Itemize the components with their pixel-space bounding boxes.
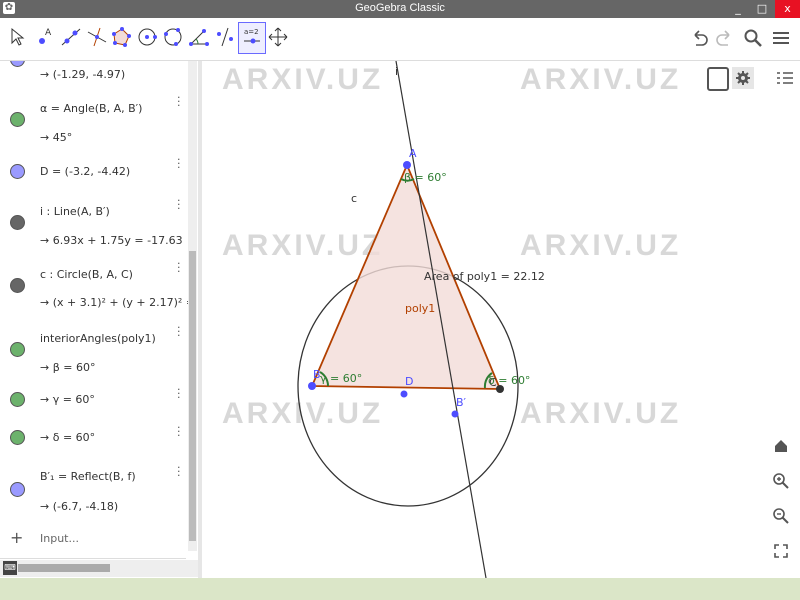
- close-button[interactable]: x: [775, 0, 800, 18]
- algebra-row[interactable]: B′₁ = Reflect(B, f) → (-6.7, -4.18) · · ·: [0, 458, 186, 521]
- zoom-out-icon[interactable]: [771, 506, 791, 526]
- more-options-icon[interactable]: · · ·: [177, 92, 181, 111]
- area-text[interactable]: Area of poly1 = 22.12: [424, 270, 545, 283]
- algebra-value: → 45°: [40, 131, 73, 144]
- polygon-tool-icon[interactable]: [108, 22, 134, 52]
- visibility-dot[interactable]: [10, 482, 25, 497]
- perpendicular-tool-icon[interactable]: [84, 22, 110, 52]
- graphics-settings-icon[interactable]: [732, 67, 754, 89]
- label-beta: β = 60°: [404, 171, 447, 184]
- visibility-dot[interactable]: [10, 278, 25, 293]
- algebra-value: → γ = 60°: [40, 393, 95, 406]
- algebra-definition: i : Line(A, B′): [40, 205, 110, 218]
- algebra-value: → 6.93x + 1.75y = -17.63: [40, 234, 183, 247]
- algebra-horizontal-scrollbar[interactable]: [0, 560, 198, 577]
- add-icon[interactable]: +: [10, 528, 23, 547]
- slider-tool-icon[interactable]: a=2: [238, 22, 266, 54]
- zoom-in-icon[interactable]: [771, 471, 791, 491]
- algebra-value: → (-1.29, -4.97): [40, 68, 126, 81]
- algebra-definition: D = (-3.2, -4.42): [40, 165, 131, 178]
- maximize-button[interactable]: □: [751, 0, 773, 18]
- more-options-icon[interactable]: · · ·: [177, 154, 181, 173]
- input-placeholder: Input...: [40, 532, 79, 545]
- visibility-dot[interactable]: [10, 61, 25, 67]
- point-D[interactable]: [400, 390, 408, 398]
- taskbar-strip: [0, 578, 800, 600]
- more-options-icon[interactable]: · · ·: [177, 384, 181, 403]
- label-poly1: poly1: [405, 302, 435, 315]
- label-i: i: [395, 65, 398, 78]
- visibility-dot[interactable]: [10, 112, 25, 127]
- fullscreen-icon[interactable]: [771, 541, 791, 561]
- more-options-icon[interactable]: · · ·: [177, 258, 181, 277]
- menu-icon[interactable]: [770, 27, 792, 49]
- algebra-row[interactable]: i : Line(A, B′) → 6.93x + 1.75y = -17.63…: [0, 191, 186, 255]
- algebra-definition: α = Angle(B, A, B′): [40, 102, 143, 115]
- label-gamma: γ = 60°: [320, 372, 362, 385]
- slider-tool-label: a=2: [244, 28, 259, 36]
- algebra-row[interactable]: α = Angle(B, A, B′) → 45° · · ·: [0, 88, 186, 153]
- more-options-icon[interactable]: · · ·: [177, 195, 181, 214]
- redo-icon[interactable]: [714, 27, 736, 49]
- algebra-definition: interiorAngles(poly1): [40, 332, 156, 345]
- label-A: A: [409, 147, 417, 160]
- visibility-dot[interactable]: [10, 392, 25, 407]
- algebra-value: → β = 60°: [40, 361, 96, 374]
- algebra-row[interactable]: → δ = 60° · · ·: [0, 420, 186, 459]
- algebra-row[interactable]: c : Circle(B, A, C) → (x + 3.1)² + (y + …: [0, 254, 198, 319]
- keyboard-icon[interactable]: ⌨: [3, 561, 17, 575]
- reflect-tool-icon[interactable]: [212, 22, 238, 52]
- window-title: GeoGebra Classic: [355, 2, 445, 14]
- more-options-icon[interactable]: · · ·: [177, 462, 181, 481]
- geometry-canvas: A B C D B′ c i poly1 β = 60° γ = 60° δ =…: [297, 61, 545, 578]
- algebra-row[interactable]: D = (-3.2, -4.42) · · ·: [0, 152, 186, 192]
- point-B[interactable]: [308, 382, 316, 390]
- algebra-scrollbar[interactable]: [188, 61, 197, 551]
- search-icon[interactable]: [742, 27, 764, 49]
- horizontal-scroll-thumb[interactable]: [18, 564, 110, 572]
- circle-three-points-icon[interactable]: [160, 22, 186, 52]
- visibility-dot[interactable]: [10, 215, 25, 230]
- home-icon[interactable]: [771, 436, 791, 456]
- algebra-row[interactable]: → γ = 60° · · ·: [0, 382, 186, 421]
- angle-tool-icon[interactable]: [186, 22, 212, 52]
- line-tool-icon[interactable]: [58, 22, 84, 52]
- move-view-icon[interactable]: [265, 22, 291, 52]
- style-bar-toggle-icon[interactable]: [776, 69, 794, 87]
- point-B-prime[interactable]: [451, 410, 459, 418]
- more-options-icon[interactable]: · · ·: [177, 422, 181, 441]
- label-D: D: [405, 375, 413, 388]
- more-options-icon[interactable]: · · ·: [177, 322, 181, 341]
- circle-tool-icon[interactable]: [134, 22, 160, 52]
- algebra-row[interactable]: → (-1.29, -4.97): [0, 61, 186, 89]
- algebra-scroll-thumb[interactable]: [189, 251, 196, 541]
- label-delta: δ = 60°: [488, 374, 530, 387]
- algebra-value: → (-6.7, -4.18): [40, 500, 119, 513]
- visibility-dot[interactable]: [10, 430, 25, 445]
- visibility-dot[interactable]: [10, 342, 25, 357]
- svg-text:A: A: [45, 28, 52, 38]
- algebra-row[interactable]: interiorAngles(poly1) → β = 60° · · ·: [0, 318, 186, 383]
- move-tool-icon[interactable]: [4, 22, 30, 52]
- standard-view-icon[interactable]: [707, 67, 729, 91]
- undo-icon[interactable]: [688, 27, 710, 49]
- visibility-dot[interactable]: [10, 164, 25, 179]
- point-A[interactable]: [403, 161, 411, 169]
- graphics-view[interactable]: ARXIV.UZ ARXIV.UZ ARXIV.UZ ARXIV.UZ ARXI…: [202, 61, 800, 578]
- minimize-button[interactable]: _: [727, 0, 749, 18]
- label-c: c: [351, 192, 357, 205]
- title-bar: ✿ GeoGebra Classic _ □ x: [0, 0, 800, 18]
- toolbar: A a=2: [0, 18, 800, 61]
- algebra-definition: B′₁ = Reflect(B, f): [40, 470, 136, 483]
- algebra-value: → δ = 60°: [40, 431, 96, 444]
- point-tool-icon[interactable]: A: [32, 22, 58, 52]
- algebra-definition: c : Circle(B, A, C): [40, 268, 133, 281]
- label-B-prime: B′: [456, 396, 467, 409]
- input-bar[interactable]: + Input...: [0, 520, 186, 559]
- algebra-view: → (-1.29, -4.97) α = Angle(B, A, B′) → 4…: [0, 61, 198, 560]
- algebra-value: → (x + 3.1)² + (y + 2.17)² = 1: [40, 296, 198, 309]
